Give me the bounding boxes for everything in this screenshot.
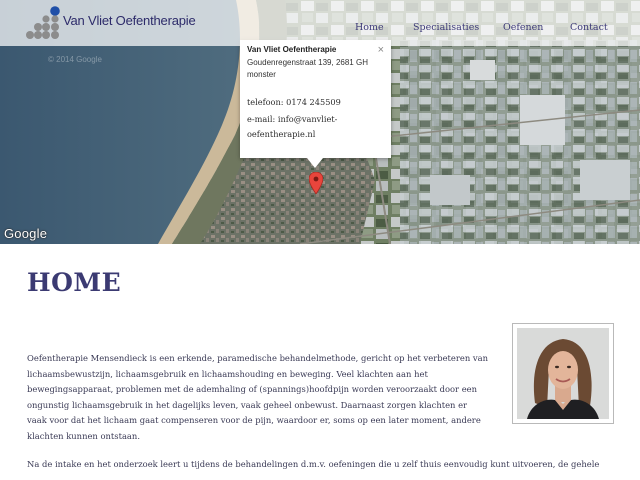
profile-photo <box>512 323 614 424</box>
info-business-name: Van Vliet Oefentherapie <box>247 45 337 54</box>
info-email: e-mail: info@vanvliet-oefentherapie.nl <box>247 114 338 139</box>
main-nav: Home Specialisaties Oefenen Contact <box>0 22 640 36</box>
info-address: Goudenregenstraat 139, 2681 GH monster <box>247 58 368 79</box>
info-phone: telefoon: 0174 245509 <box>247 97 341 107</box>
nav-contact[interactable]: Contact <box>570 22 608 33</box>
map-marker-icon[interactable] <box>309 172 323 194</box>
map-info-window: × Van Vliet Oefentherapie Goudenregenstr… <box>240 40 391 168</box>
nav-specialisaties[interactable]: Specialisaties <box>413 22 479 33</box>
portrait-image <box>517 328 609 419</box>
second-paragraph: Na de intake en het onderzoek leert u ti… <box>27 459 600 469</box>
nav-oefenen[interactable]: Oefenen <box>503 22 543 33</box>
nav-home[interactable]: Home <box>355 22 384 33</box>
site-header: Van Vliet Oefentherapie Home Specialisat… <box>0 0 640 46</box>
page-title: HOME <box>27 268 122 297</box>
map-copyright-ghost: © 2014 Google <box>48 55 102 64</box>
intro-paragraph: Oefentherapie Mensendieck is een erkende… <box>27 353 489 441</box>
google-logo[interactable]: Google <box>4 226 47 241</box>
